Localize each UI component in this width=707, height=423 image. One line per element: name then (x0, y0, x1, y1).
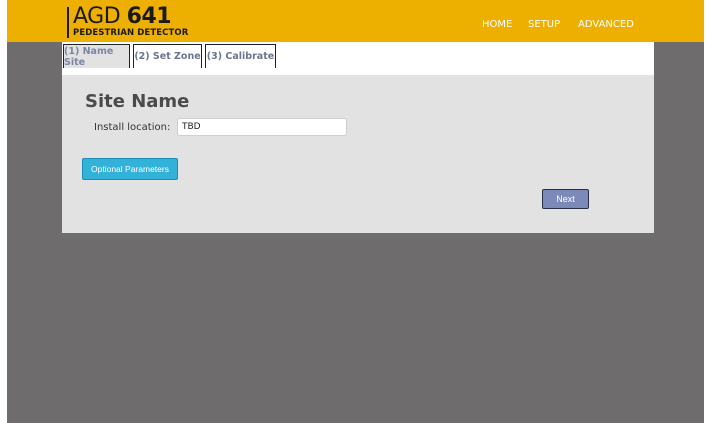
setup-panel: (1) Name Site (2) Set Zone (3) Calibrate… (62, 42, 654, 233)
tab-calibrate[interactable]: (3) Calibrate (205, 44, 276, 68)
logo-model: 641 (126, 4, 172, 29)
logo-title: AGD 641 (73, 4, 188, 29)
optional-parameters-button[interactable]: Optional Parameters (82, 158, 178, 180)
nav-home[interactable]: HOME (482, 19, 512, 30)
logo-brand: AGD (73, 4, 127, 29)
install-location-label: Install location: (94, 122, 171, 133)
tab-bar: (1) Name Site (2) Set Zone (3) Calibrate (62, 42, 654, 75)
agd-logo: AGD 641 PEDESTRIAN DETECTOR (67, 4, 189, 38)
page-title: Site Name (85, 91, 190, 112)
logo-subtitle: PEDESTRIAN DETECTOR (73, 28, 189, 38)
nav-setup[interactable]: SETUP (528, 19, 560, 30)
app-header: AGD 641 PEDESTRIAN DETECTOR HOME SETUP A… (7, 0, 704, 42)
nav-advanced[interactable]: ADVANCED (578, 19, 634, 30)
tab-name-site[interactable]: (1) Name Site (63, 44, 130, 68)
install-location-input[interactable] (177, 118, 347, 136)
next-button[interactable]: Next (542, 189, 589, 209)
tab-set-zone[interactable]: (2) Set Zone (133, 44, 202, 68)
